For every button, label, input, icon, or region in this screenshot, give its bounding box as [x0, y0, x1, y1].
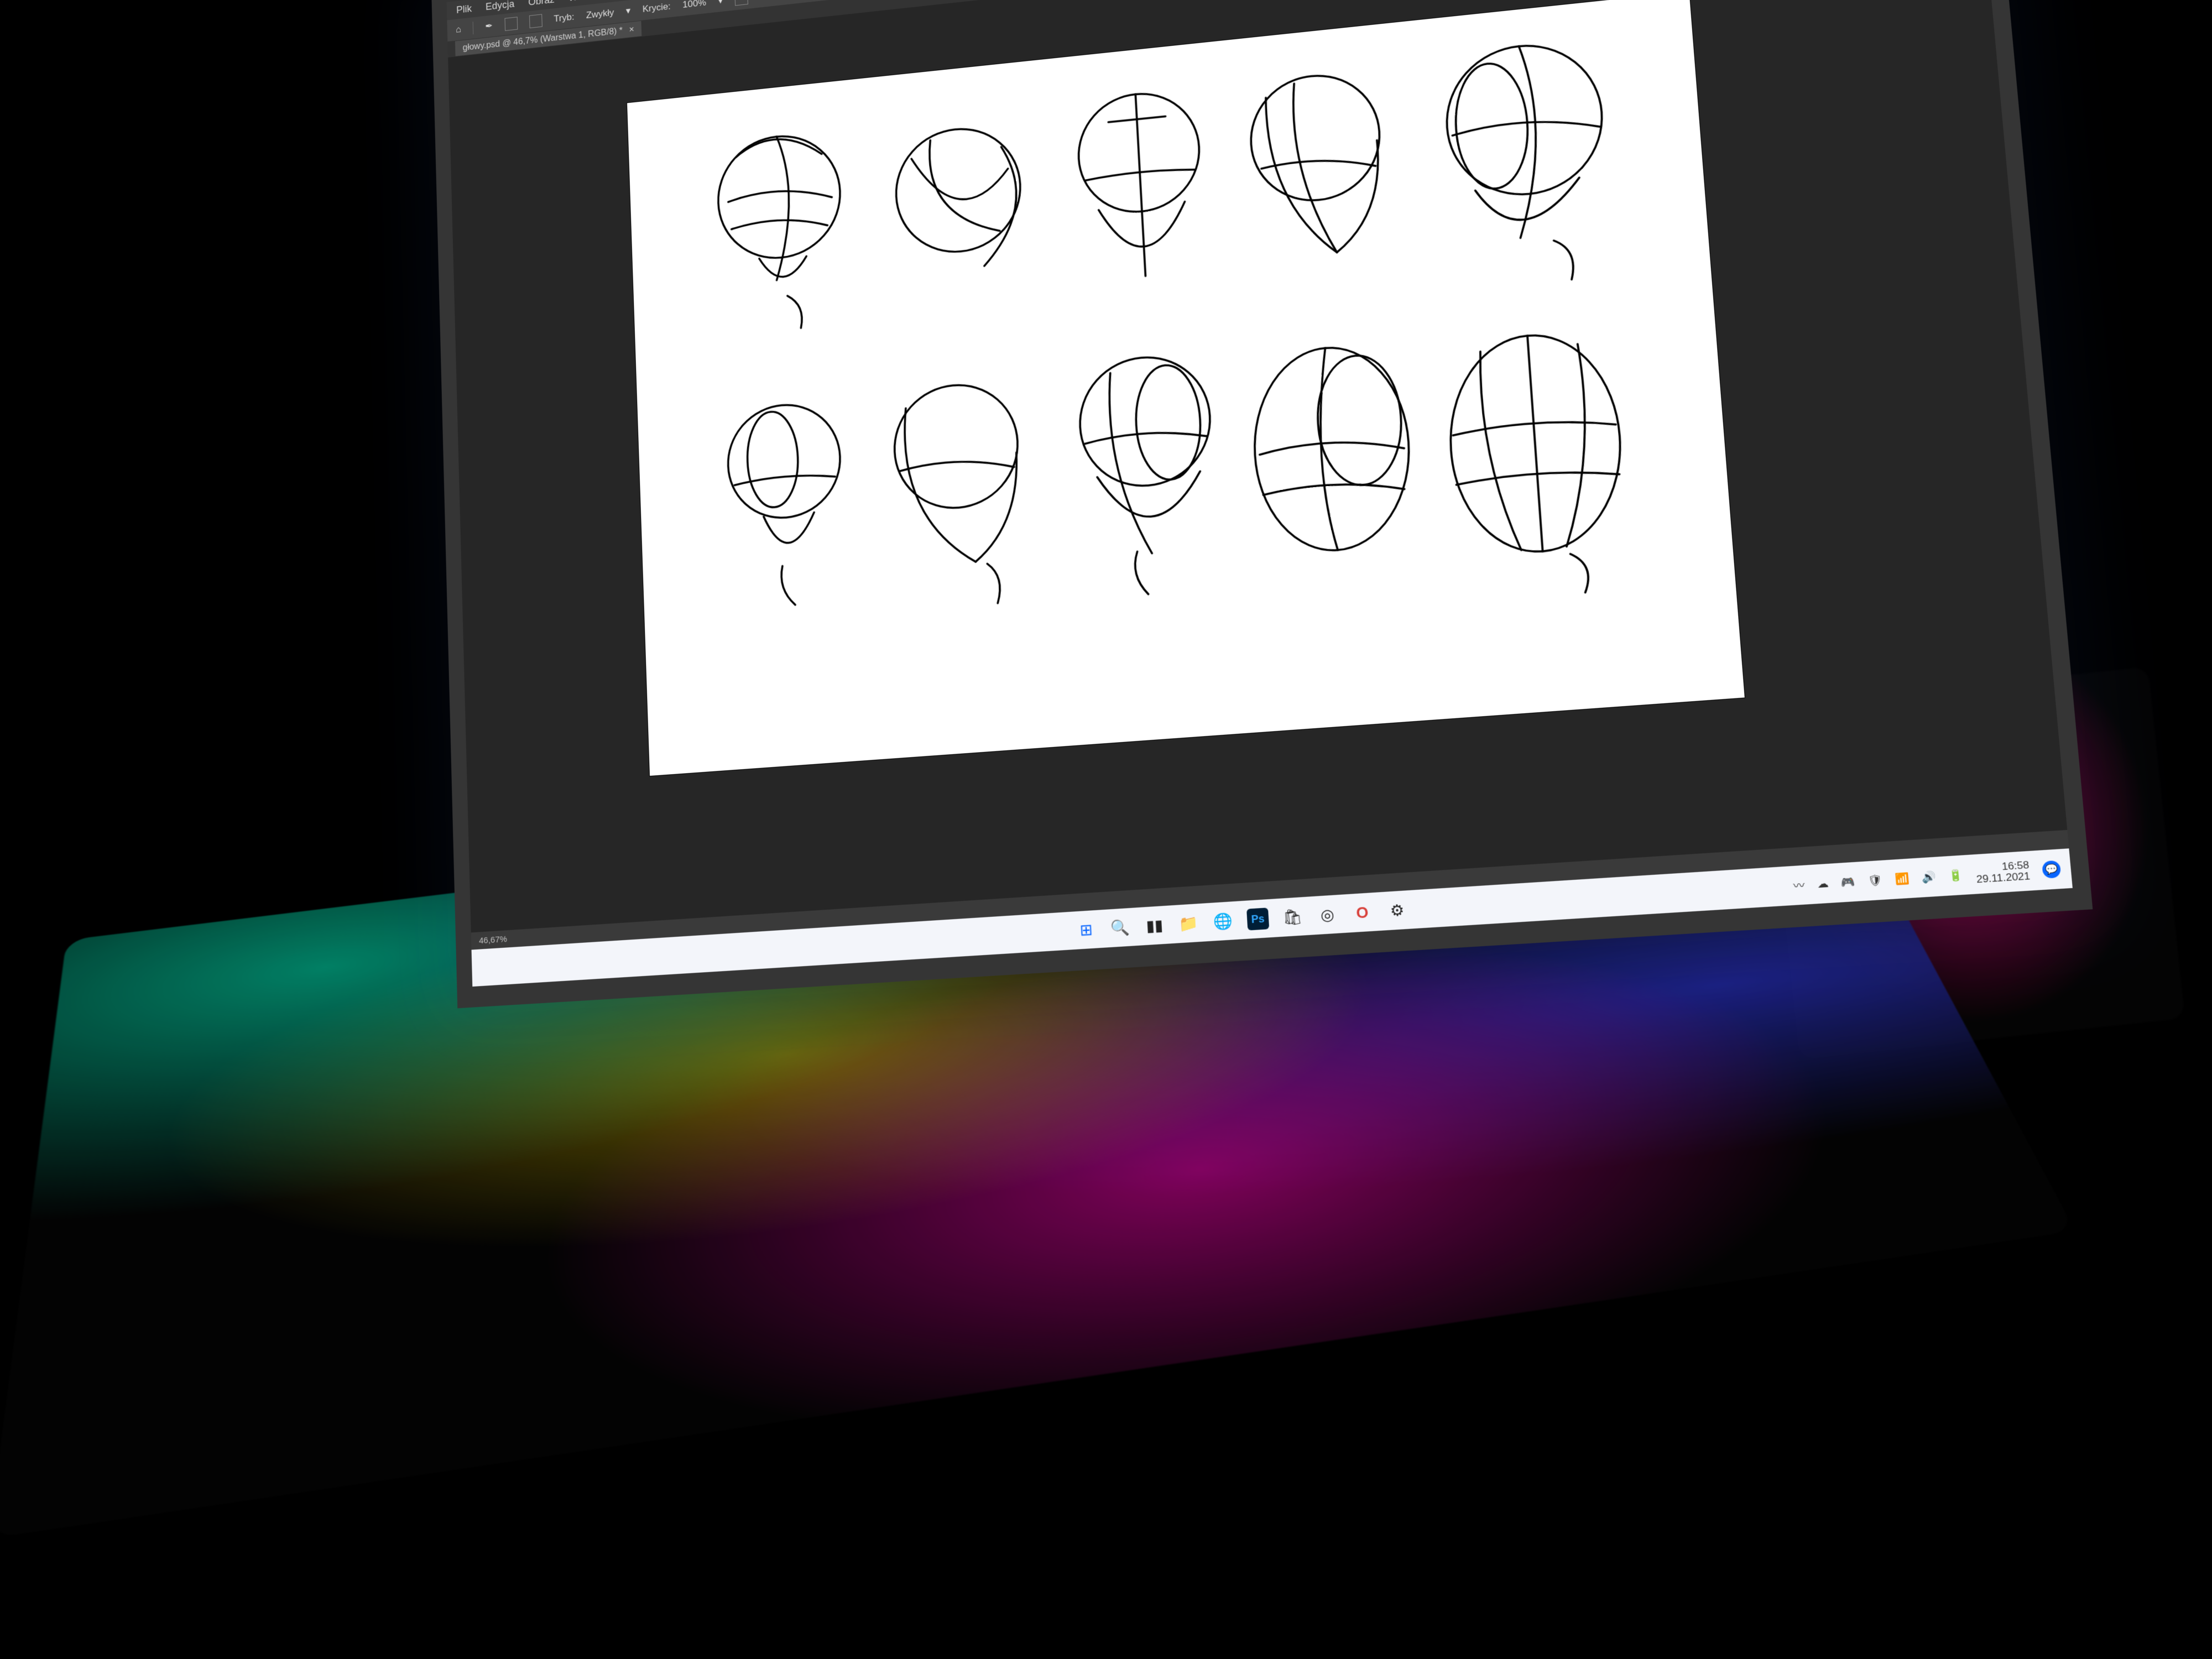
steam-icon[interactable]: 🎮 [1840, 875, 1856, 889]
wifi-icon[interactable]: 📶 [1895, 872, 1910, 886]
taskview-icon[interactable]: ▮▮ [1144, 914, 1166, 937]
menu-plik[interactable]: Plik [456, 3, 472, 15]
system-tray: 〰 ☁ 🎮 🛡 📶 🔊 🔋 16:58 29.11.2021 💬 [1792, 857, 2072, 896]
start-icon[interactable]: ⊞ [1075, 919, 1097, 941]
opacity-label: Krycie: [642, 1, 671, 15]
close-tab-icon[interactable]: × [629, 25, 634, 35]
separator [473, 22, 474, 34]
zoom-level[interactable]: 46,67% [479, 934, 507, 946]
search-icon[interactable]: 🔍 [1109, 916, 1131, 939]
chrome-icon[interactable]: ◎ [1316, 903, 1338, 926]
action-center-icon[interactable]: 💬 [2042, 860, 2061, 879]
tray-overflow-icon[interactable]: 〰 [1793, 877, 1806, 894]
battery-icon[interactable]: 🔋 [1948, 868, 1964, 882]
settings-icon[interactable]: ⚙ [1386, 899, 1409, 922]
home-icon[interactable]: ⌂ [456, 24, 461, 35]
onedrive-icon[interactable]: ☁ [1817, 877, 1829, 891]
canvas-artwork [627, 0, 1745, 776]
mode-label: Tryb: [554, 12, 575, 24]
taskbar-clock[interactable]: 16:58 29.11.2021 [1975, 860, 2031, 885]
chevron-down-icon[interactable]: ▾ [718, 0, 723, 7]
security-icon[interactable]: 🛡 [1867, 874, 1883, 888]
screen: Plik Edycja Obraz Warstwa Tekst Zaznacza… [447, 0, 2073, 987]
store-icon[interactable]: 🛍 [1281, 905, 1304, 928]
pressure-opacity-icon[interactable] [734, 0, 748, 6]
edge-icon[interactable]: 🌐 [1212, 910, 1235, 932]
laptop-monitor: Plik Edycja Obraz Warstwa Tekst Zaznacza… [431, 0, 2093, 1008]
brush-panel-toggle[interactable] [529, 14, 542, 28]
canvas-workarea[interactable] [448, 0, 2067, 932]
document-canvas[interactable] [627, 0, 1745, 776]
menu-edycja[interactable]: Edycja [486, 0, 515, 13]
clock-date: 29.11.2021 [1976, 871, 2031, 885]
menu-obraz[interactable]: Obraz [528, 0, 555, 8]
opacity-value[interactable]: 100% [682, 0, 706, 11]
chevron-down-icon[interactable]: ▾ [626, 6, 631, 17]
photoshop-icon[interactable]: Ps [1246, 907, 1269, 930]
flow-label: Przepł: [760, 0, 789, 2]
brush-preset-picker[interactable] [504, 17, 518, 31]
explorer-icon[interactable]: 📁 [1178, 912, 1201, 935]
brush-tool-icon[interactable]: ✒ [485, 20, 493, 32]
opera-icon[interactable]: O [1351, 901, 1374, 924]
volume-icon[interactable]: 🔊 [1921, 870, 1937, 884]
mode-value[interactable]: Zwykły [586, 7, 614, 21]
